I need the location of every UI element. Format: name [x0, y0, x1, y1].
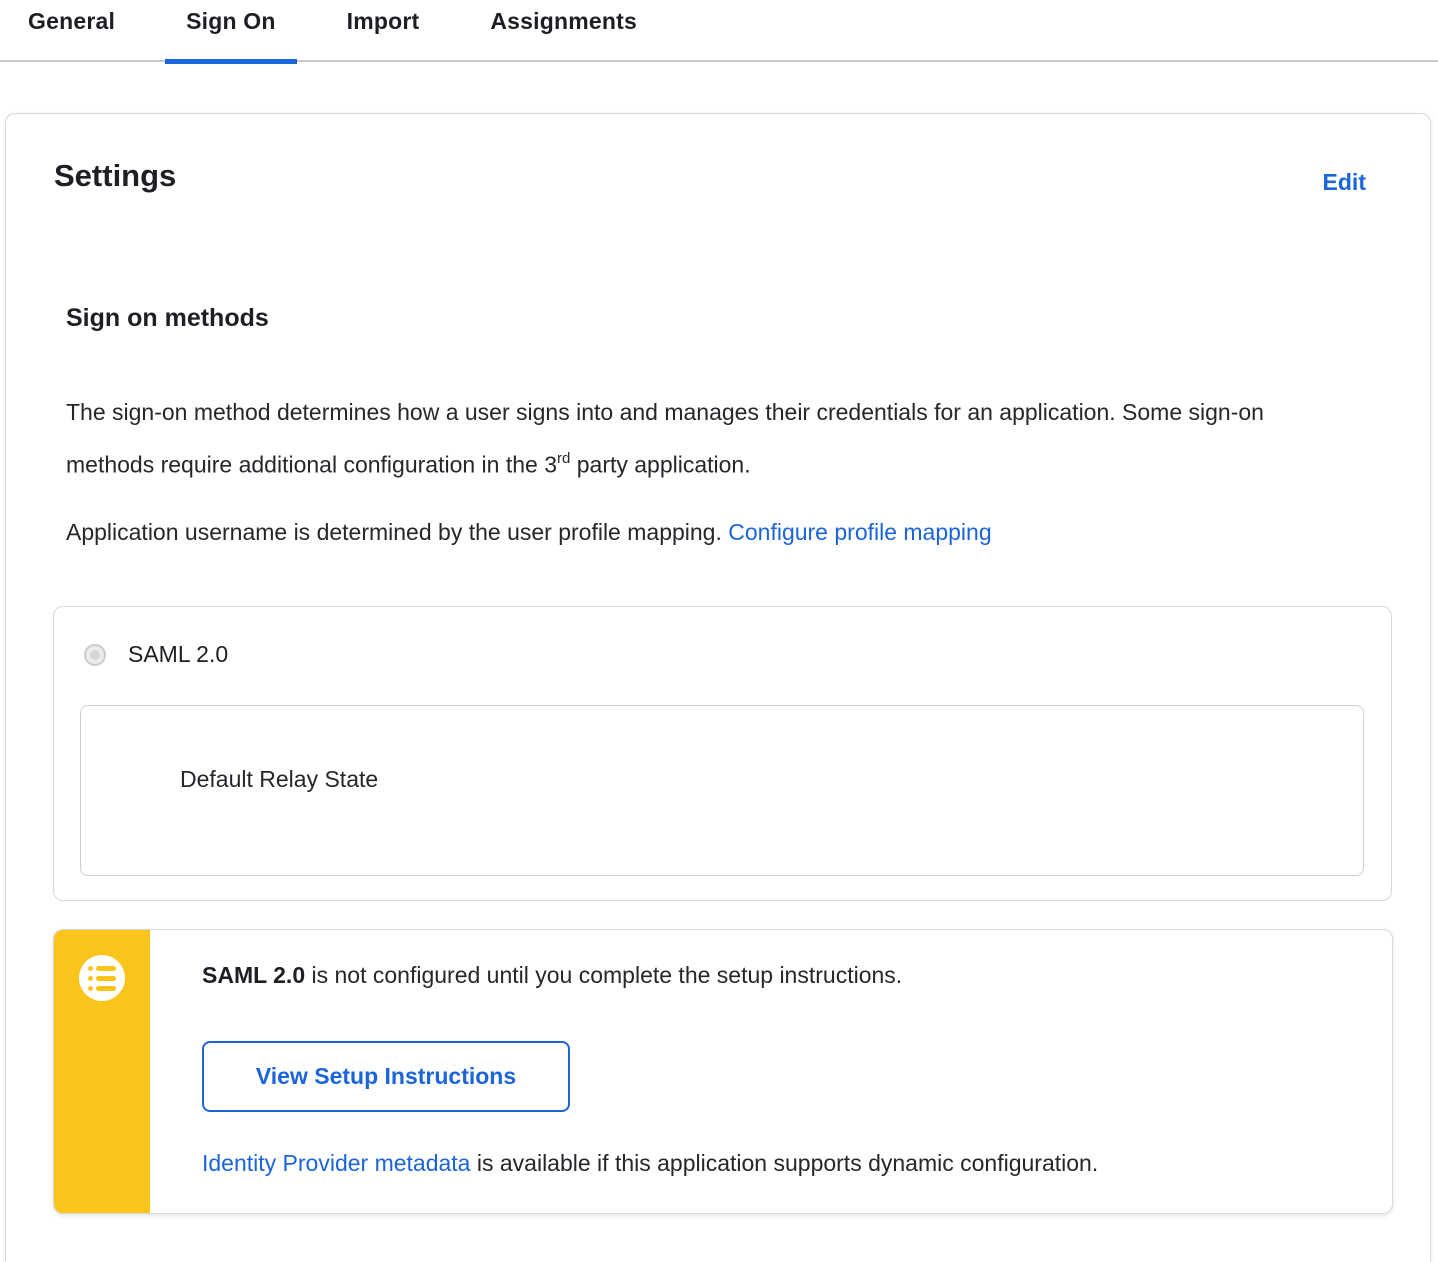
- saml-radio-row: SAML 2.0: [84, 641, 228, 668]
- warning-banner: SAML 2.0 is not configured until you com…: [53, 929, 1393, 1214]
- app-page: General Sign On Import Assignments Setti…: [0, 0, 1438, 1262]
- warning-banner-strip: [54, 930, 150, 1213]
- metadata-note-text: is available if this application support…: [470, 1150, 1099, 1176]
- warning-message-bold: SAML 2.0: [202, 962, 306, 988]
- list-icon-row: [88, 975, 125, 981]
- sign-on-description: The sign-on method determines how a user…: [66, 388, 1311, 489]
- warning-banner-content: SAML 2.0 is not configured until you com…: [150, 930, 1392, 1213]
- description-text-2: party application.: [570, 451, 751, 478]
- tab-import[interactable]: Import: [326, 0, 441, 60]
- edit-link[interactable]: Edit: [1323, 169, 1366, 196]
- list-icon-row: [88, 985, 125, 991]
- metadata-note: Identity Provider metadata is available …: [202, 1148, 1402, 1178]
- tab-sign-on[interactable]: Sign On: [165, 0, 297, 64]
- description-superscript: rd: [557, 450, 571, 467]
- warning-message-text: is not configured until you complete the…: [305, 962, 903, 988]
- tab-bar: General Sign On Import Assignments: [0, 0, 1438, 64]
- saml-radio-button[interactable]: [84, 643, 106, 666]
- username-text: Application username is determined by th…: [66, 519, 729, 545]
- default-relay-state-box: Default Relay State: [80, 705, 1364, 876]
- settings-card: Settings Edit Sign on methods The sign-o…: [5, 113, 1431, 1262]
- tab-general[interactable]: General: [7, 0, 136, 60]
- list-icon-row: [88, 965, 125, 971]
- page-title: Settings: [54, 158, 177, 193]
- view-setup-instructions-button[interactable]: View Setup Instructions: [202, 1041, 570, 1112]
- saml-option-box: SAML 2.0 Default Relay State: [53, 606, 1392, 901]
- saml-radio-label: SAML 2.0: [128, 641, 229, 667]
- username-description: Application username is determined by th…: [66, 508, 1311, 556]
- list-icon: [79, 955, 125, 1001]
- default-relay-state-label: Default Relay State: [180, 766, 379, 792]
- sign-on-methods-heading: Sign on methods: [66, 304, 269, 332]
- warning-message: SAML 2.0 is not configured until you com…: [202, 960, 902, 990]
- identity-provider-metadata-link[interactable]: Identity Provider metadata: [202, 1150, 470, 1176]
- configure-profile-mapping-link[interactable]: Configure profile mapping: [728, 519, 991, 545]
- tab-assignments[interactable]: Assignments: [469, 0, 658, 60]
